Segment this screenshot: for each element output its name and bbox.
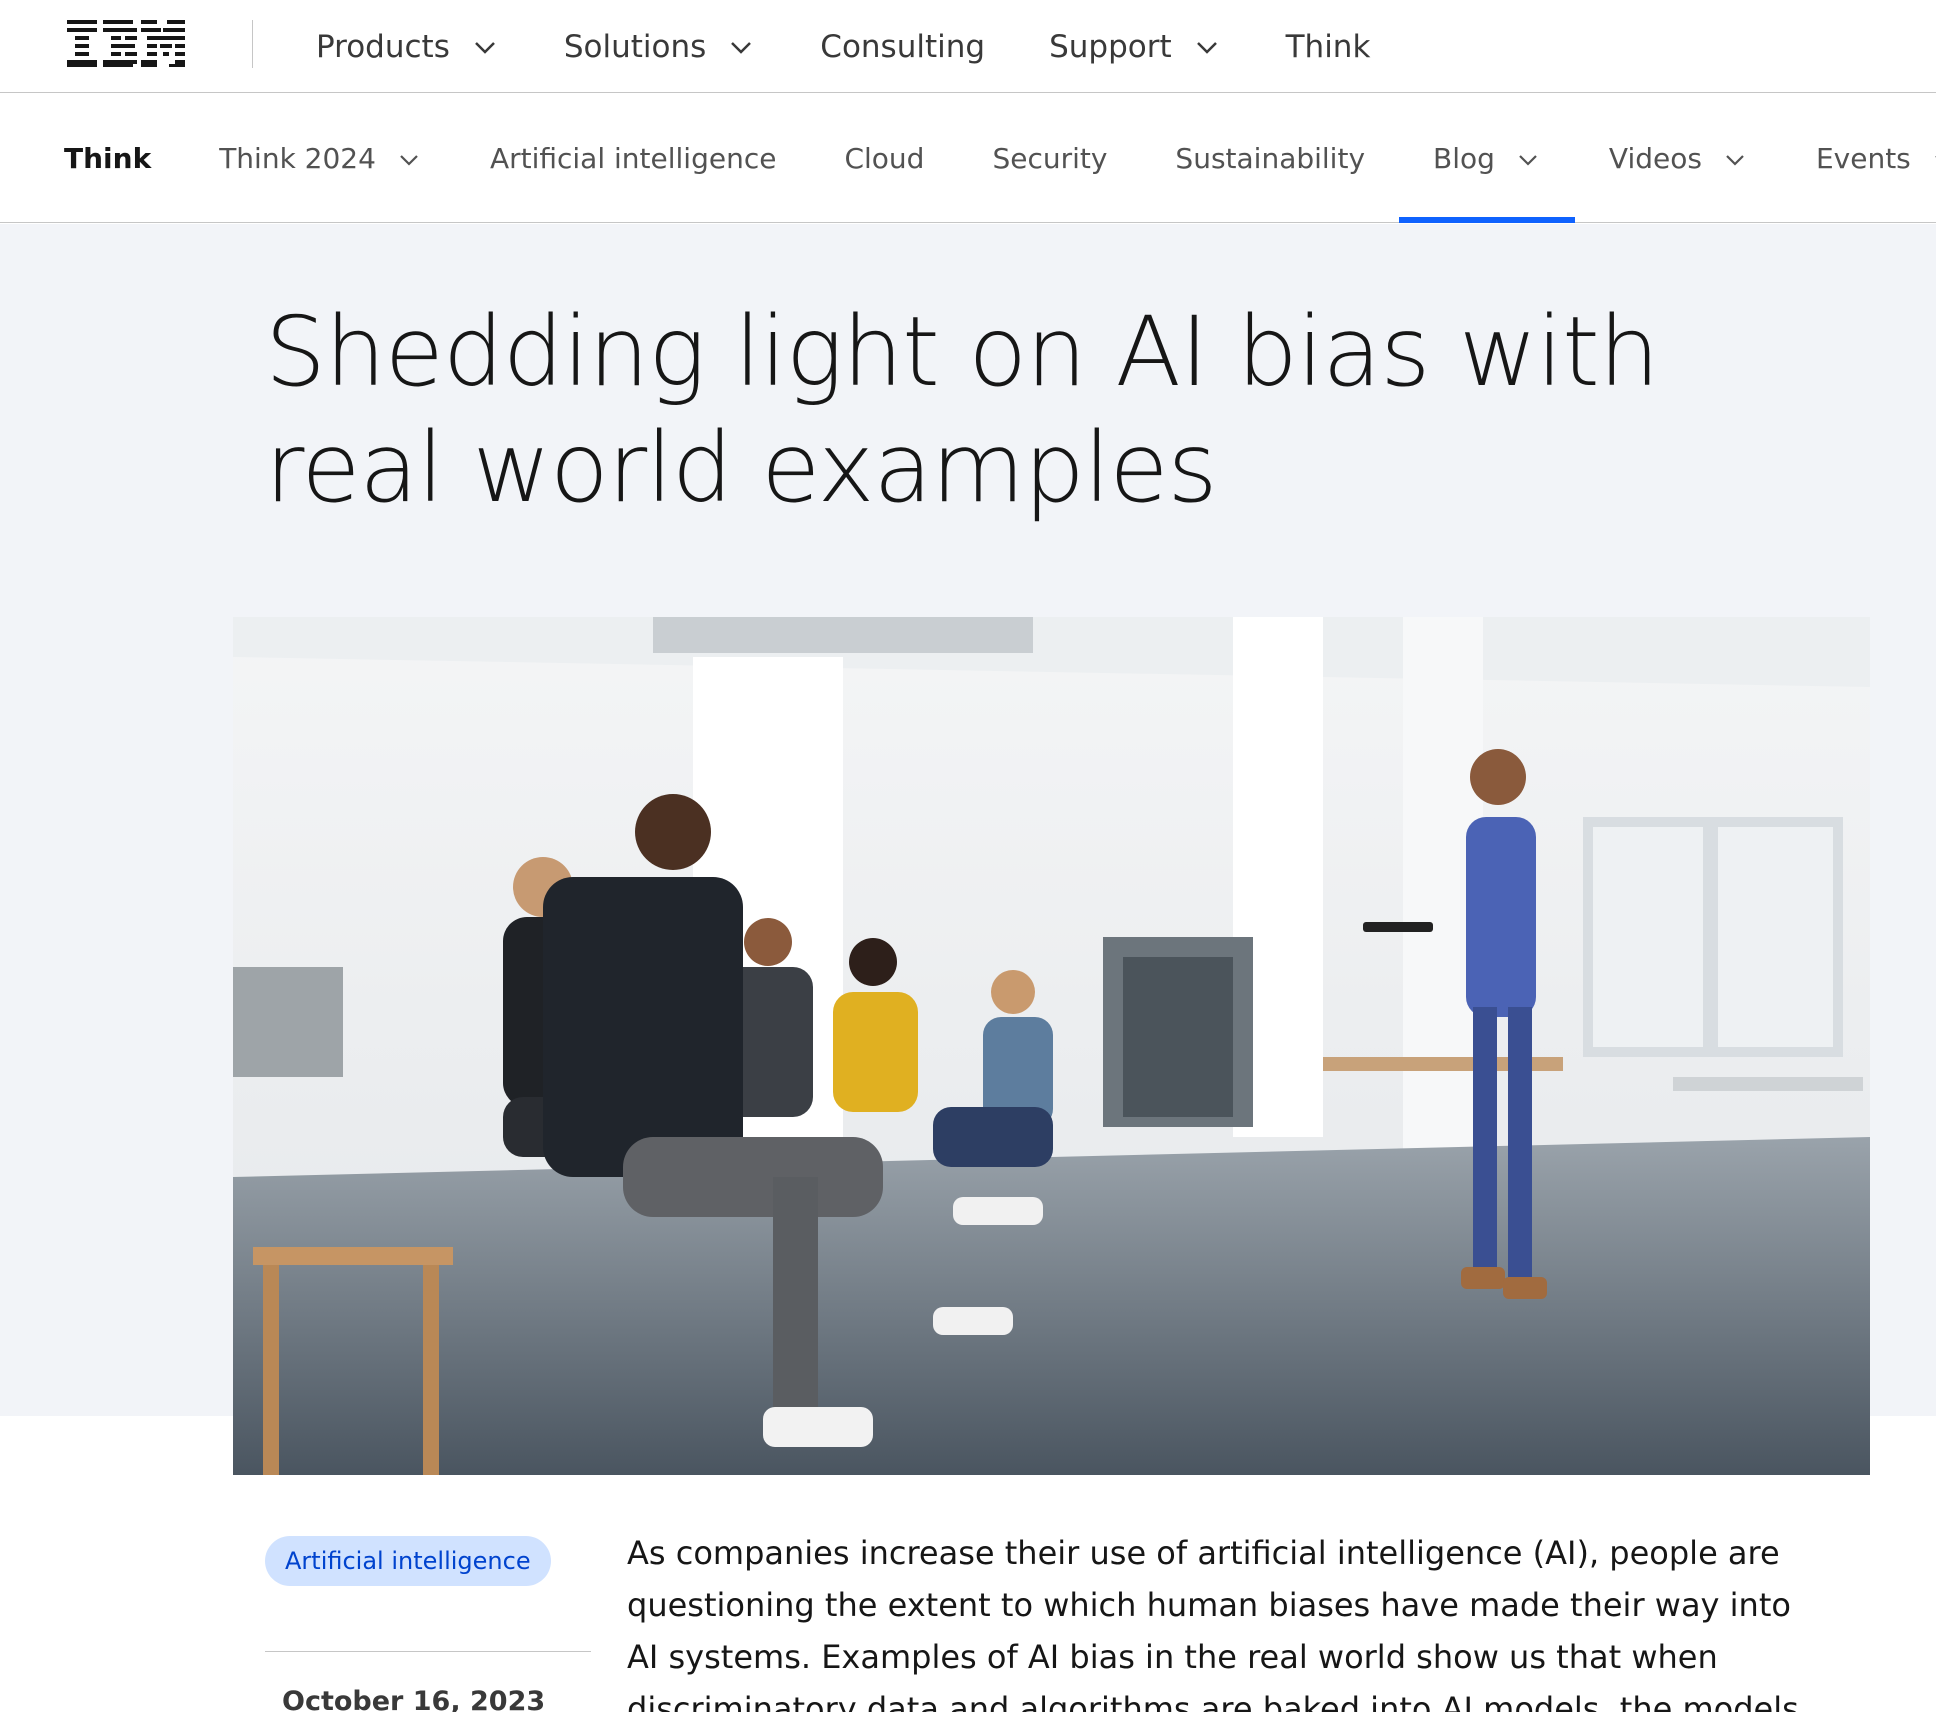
hero-image bbox=[233, 617, 1870, 1475]
subnav-item-label: Think 2024 bbox=[219, 142, 376, 175]
masthead-item-label: Think bbox=[1285, 28, 1371, 65]
masthead-item-consulting[interactable]: Consulting bbox=[820, 29, 985, 65]
masthead-item-label: Support bbox=[1049, 28, 1172, 65]
chevron-down-icon bbox=[1935, 155, 1936, 158]
chevron-down-icon bbox=[1519, 154, 1537, 166]
masthead-item-label: Solutions bbox=[563, 28, 707, 65]
article-intro: As companies increase their use of artif… bbox=[627, 1534, 1799, 1712]
masthead-item-label: Products bbox=[316, 28, 450, 65]
subnav-item-label: Cloud bbox=[844, 142, 925, 175]
subnav-item-label: Sustainability bbox=[1175, 142, 1366, 175]
subnav-item-label: Events bbox=[1815, 142, 1911, 175]
subnav-item-blog[interactable]: Blog bbox=[1399, 94, 1575, 223]
ibm-logo[interactable] bbox=[67, 20, 185, 68]
article-title: Shedding light on AI bias with real worl… bbox=[265, 296, 1660, 524]
subnav-item-label: Blog bbox=[1433, 142, 1495, 175]
publish-date: October 16, 2023 bbox=[282, 1686, 546, 1712]
subnav-item-artificial-intelligence[interactable]: Artificial intelligence bbox=[490, 94, 777, 223]
subnav-item-videos[interactable]: Videos bbox=[1609, 94, 1748, 223]
masthead-divider bbox=[252, 20, 253, 68]
subnav-item-think-2024[interactable]: Think 2024 bbox=[219, 94, 422, 223]
subnav-brand[interactable]: Think bbox=[64, 142, 151, 175]
subnav-item-sustainability[interactable]: Sustainability bbox=[1175, 94, 1365, 223]
chevron-down-icon bbox=[731, 41, 752, 54]
masthead-item-products[interactable]: Products bbox=[316, 29, 500, 65]
chevron-down-icon bbox=[400, 154, 418, 166]
masthead-item-think[interactable]: Think bbox=[1286, 29, 1371, 65]
topic-tag[interactable]: Artificial intelligence bbox=[265, 1536, 551, 1586]
masthead-nav: Products Solutions Consulting Support Th… bbox=[316, 0, 1434, 93]
masthead: Products Solutions Consulting Support Th… bbox=[0, 0, 1936, 93]
subnav-item-label: Security bbox=[992, 142, 1108, 175]
masthead-item-support[interactable]: Support bbox=[1049, 29, 1222, 65]
subnav-item-cloud[interactable]: Cloud bbox=[844, 94, 924, 223]
meta-divider bbox=[265, 1651, 591, 1652]
chevron-down-icon bbox=[1726, 154, 1744, 166]
chevron-down-icon bbox=[1196, 41, 1217, 54]
masthead-item-label: Consulting bbox=[820, 28, 986, 65]
subnav-item-events[interactable]: Events bbox=[1816, 94, 1936, 223]
chevron-down-icon bbox=[474, 41, 495, 54]
subnav-item-label: Videos bbox=[1608, 142, 1702, 175]
subnav-item-security[interactable]: Security bbox=[992, 94, 1107, 223]
think-subnav: Think Think 2024 Artificial intelligence… bbox=[0, 94, 1936, 223]
masthead-item-solutions[interactable]: Solutions bbox=[564, 29, 756, 65]
subnav-item-label: Artificial intelligence bbox=[489, 142, 777, 175]
